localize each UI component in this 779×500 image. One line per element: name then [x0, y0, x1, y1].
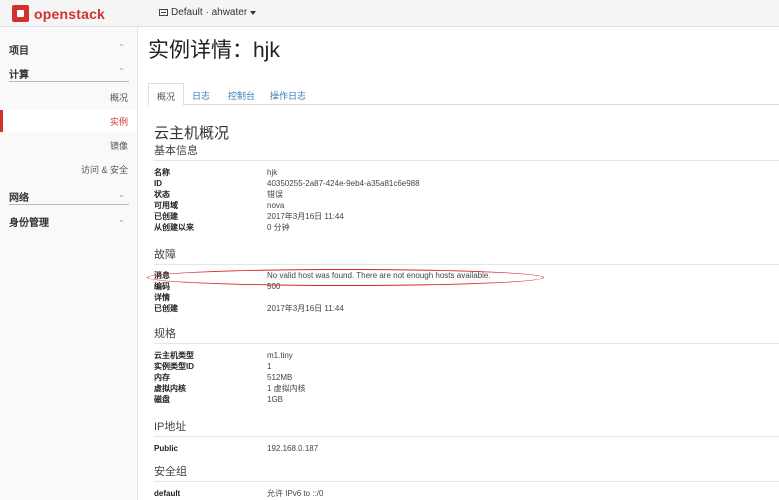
sidebar-item-label: 访问 & 安全	[80, 165, 128, 175]
sidebar-divider	[9, 81, 129, 82]
info-value: hjk	[267, 168, 278, 177]
sidebar-item-access-security[interactable]: 访问 & 安全	[0, 158, 137, 180]
fault-value: 2017年3月16日 11:44	[267, 304, 344, 313]
info-value: 40350255-2a87-424e-9eb4-a35a81c6e988	[267, 179, 420, 188]
sidebar-section-identity[interactable]: 身份管理 ⌄	[0, 209, 137, 229]
annotation-ellipse	[147, 269, 544, 286]
spec-row: 实例类型ID 1	[154, 361, 779, 372]
info-key: 已创建	[154, 212, 178, 221]
ip-heading: IP地址	[154, 421, 187, 433]
security-group-name: default	[154, 489, 181, 498]
info-row: ID 40350255-2a87-424e-9eb4-a35a81c6e988	[154, 178, 779, 189]
sidebar-section-label: 计算	[9, 70, 29, 81]
fault-heading: 故障	[154, 249, 176, 261]
openstack-logo-icon	[12, 5, 29, 22]
info-value: nova	[267, 201, 285, 210]
ip-address: 192.168.0.187	[267, 444, 319, 453]
spec-value: 1 虚拟内核	[267, 384, 306, 393]
chevron-down-icon: ⌄	[118, 215, 125, 224]
sidebar-section-label: 网络	[9, 193, 29, 204]
detail-tabs: 概况 日志 控制台 操作日志	[148, 83, 779, 106]
fault-key: 编码	[154, 282, 170, 291]
sidebar-item-images[interactable]: 镜像	[0, 134, 137, 156]
chevron-up-icon: ⌃	[118, 43, 125, 52]
project-icon	[159, 9, 168, 16]
tab-overview[interactable]: 概况	[148, 83, 185, 106]
project-picker[interactable]: Default · ahwater	[159, 7, 257, 18]
caret-down-icon	[250, 10, 257, 15]
info-row: 可用域 nova	[154, 200, 779, 211]
sidebar-item-overview[interactable]: 概况	[0, 86, 137, 108]
security-heading: 安全组	[154, 466, 187, 478]
top-navbar: openstack Default · ahwater	[0, 0, 779, 27]
sidebar-item-label: 概况	[109, 93, 128, 103]
spec-row: 内存 512MB	[154, 372, 779, 383]
sidebar-item-label: 实例	[109, 117, 128, 127]
sidebar-section-project[interactable]: 项目 ⌃	[0, 37, 137, 57]
spec-row: 云主机类型 m1.tiny	[154, 350, 779, 361]
info-row: 已创建 2017年3月16日 11:44	[154, 211, 779, 222]
sidebar-divider	[9, 204, 129, 205]
sidebar-item-label: 镜像	[109, 141, 128, 151]
info-value: 0 分钟	[267, 223, 290, 232]
info-key: 从创建以来	[154, 223, 194, 232]
security-row: default 允许 IPv6 to ::/0	[154, 488, 779, 499]
spec-key: 内存	[154, 373, 170, 382]
spec-value: m1.tiny	[267, 351, 293, 360]
spec-value: 1GB	[267, 395, 284, 404]
spec-key: 实例类型ID	[154, 362, 194, 371]
overview-heading: 云主机概况	[154, 125, 230, 142]
brand[interactable]: openstack	[12, 5, 105, 22]
spec-row: 磁盘 1GB	[154, 394, 779, 405]
chevron-down-icon: ⌄	[118, 190, 125, 199]
page-title: 实例详情：hjk	[148, 39, 280, 62]
sidebar-section-network[interactable]: 网络 ⌄	[0, 184, 137, 204]
basic-info-heading: 基本信息	[154, 145, 198, 157]
section-divider	[154, 343, 779, 344]
project-picker-label: Default · ahwater	[171, 7, 248, 18]
section-divider	[154, 481, 779, 482]
info-value: 错误	[267, 190, 283, 199]
specs-heading: 规格	[154, 328, 176, 340]
section-divider	[154, 264, 779, 265]
info-key: ID	[154, 179, 162, 188]
fault-row: 已创建 2017年3月16日 11:44	[154, 303, 779, 314]
section-divider	[154, 160, 779, 161]
info-row: 名称 hjk	[154, 167, 779, 178]
spec-key: 虚拟内核	[154, 384, 186, 393]
fault-key: 详情	[154, 293, 170, 302]
brand-text: openstack	[34, 5, 106, 22]
info-key: 可用域	[154, 201, 178, 210]
spec-key: 云主机类型	[154, 351, 194, 360]
tab-log[interactable]: 日志	[192, 83, 210, 105]
info-key: 名称	[154, 168, 170, 177]
fault-key: 已创建	[154, 304, 178, 313]
tab-action-log[interactable]: 操作日志	[270, 83, 306, 105]
sidebar-section-label: 项目	[9, 46, 29, 57]
sidebar-section-compute[interactable]: 计算 ⌃	[0, 61, 137, 81]
chevron-up-icon: ⌃	[118, 67, 125, 76]
info-key: 状态	[154, 190, 170, 199]
sidebar-section-label: 身份管理	[9, 218, 49, 229]
fault-row: 详情	[154, 292, 779, 303]
info-row: 状态 错误	[154, 189, 779, 200]
sidebar: 项目 ⌃ 计算 ⌃ 概况 实例 镜像 访问 & 安全 网络 ⌄ 身份管理 ⌄	[0, 27, 138, 500]
spec-value: 1	[267, 362, 272, 371]
ip-network: Public	[154, 444, 179, 453]
info-value: 2017年3月16日 11:44	[267, 212, 344, 221]
spec-value: 512MB	[267, 373, 293, 382]
info-row: 从创建以来 0 分钟	[154, 222, 779, 233]
section-divider	[154, 436, 779, 437]
sidebar-item-instances[interactable]: 实例	[0, 110, 137, 132]
security-group-rule: 允许 IPv6 to ::/0	[267, 489, 324, 498]
ip-row: Public 192.168.0.187	[154, 443, 779, 454]
spec-row: 虚拟内核 1 虚拟内核	[154, 383, 779, 394]
spec-key: 磁盘	[154, 395, 170, 404]
tab-console[interactable]: 控制台	[228, 83, 255, 105]
